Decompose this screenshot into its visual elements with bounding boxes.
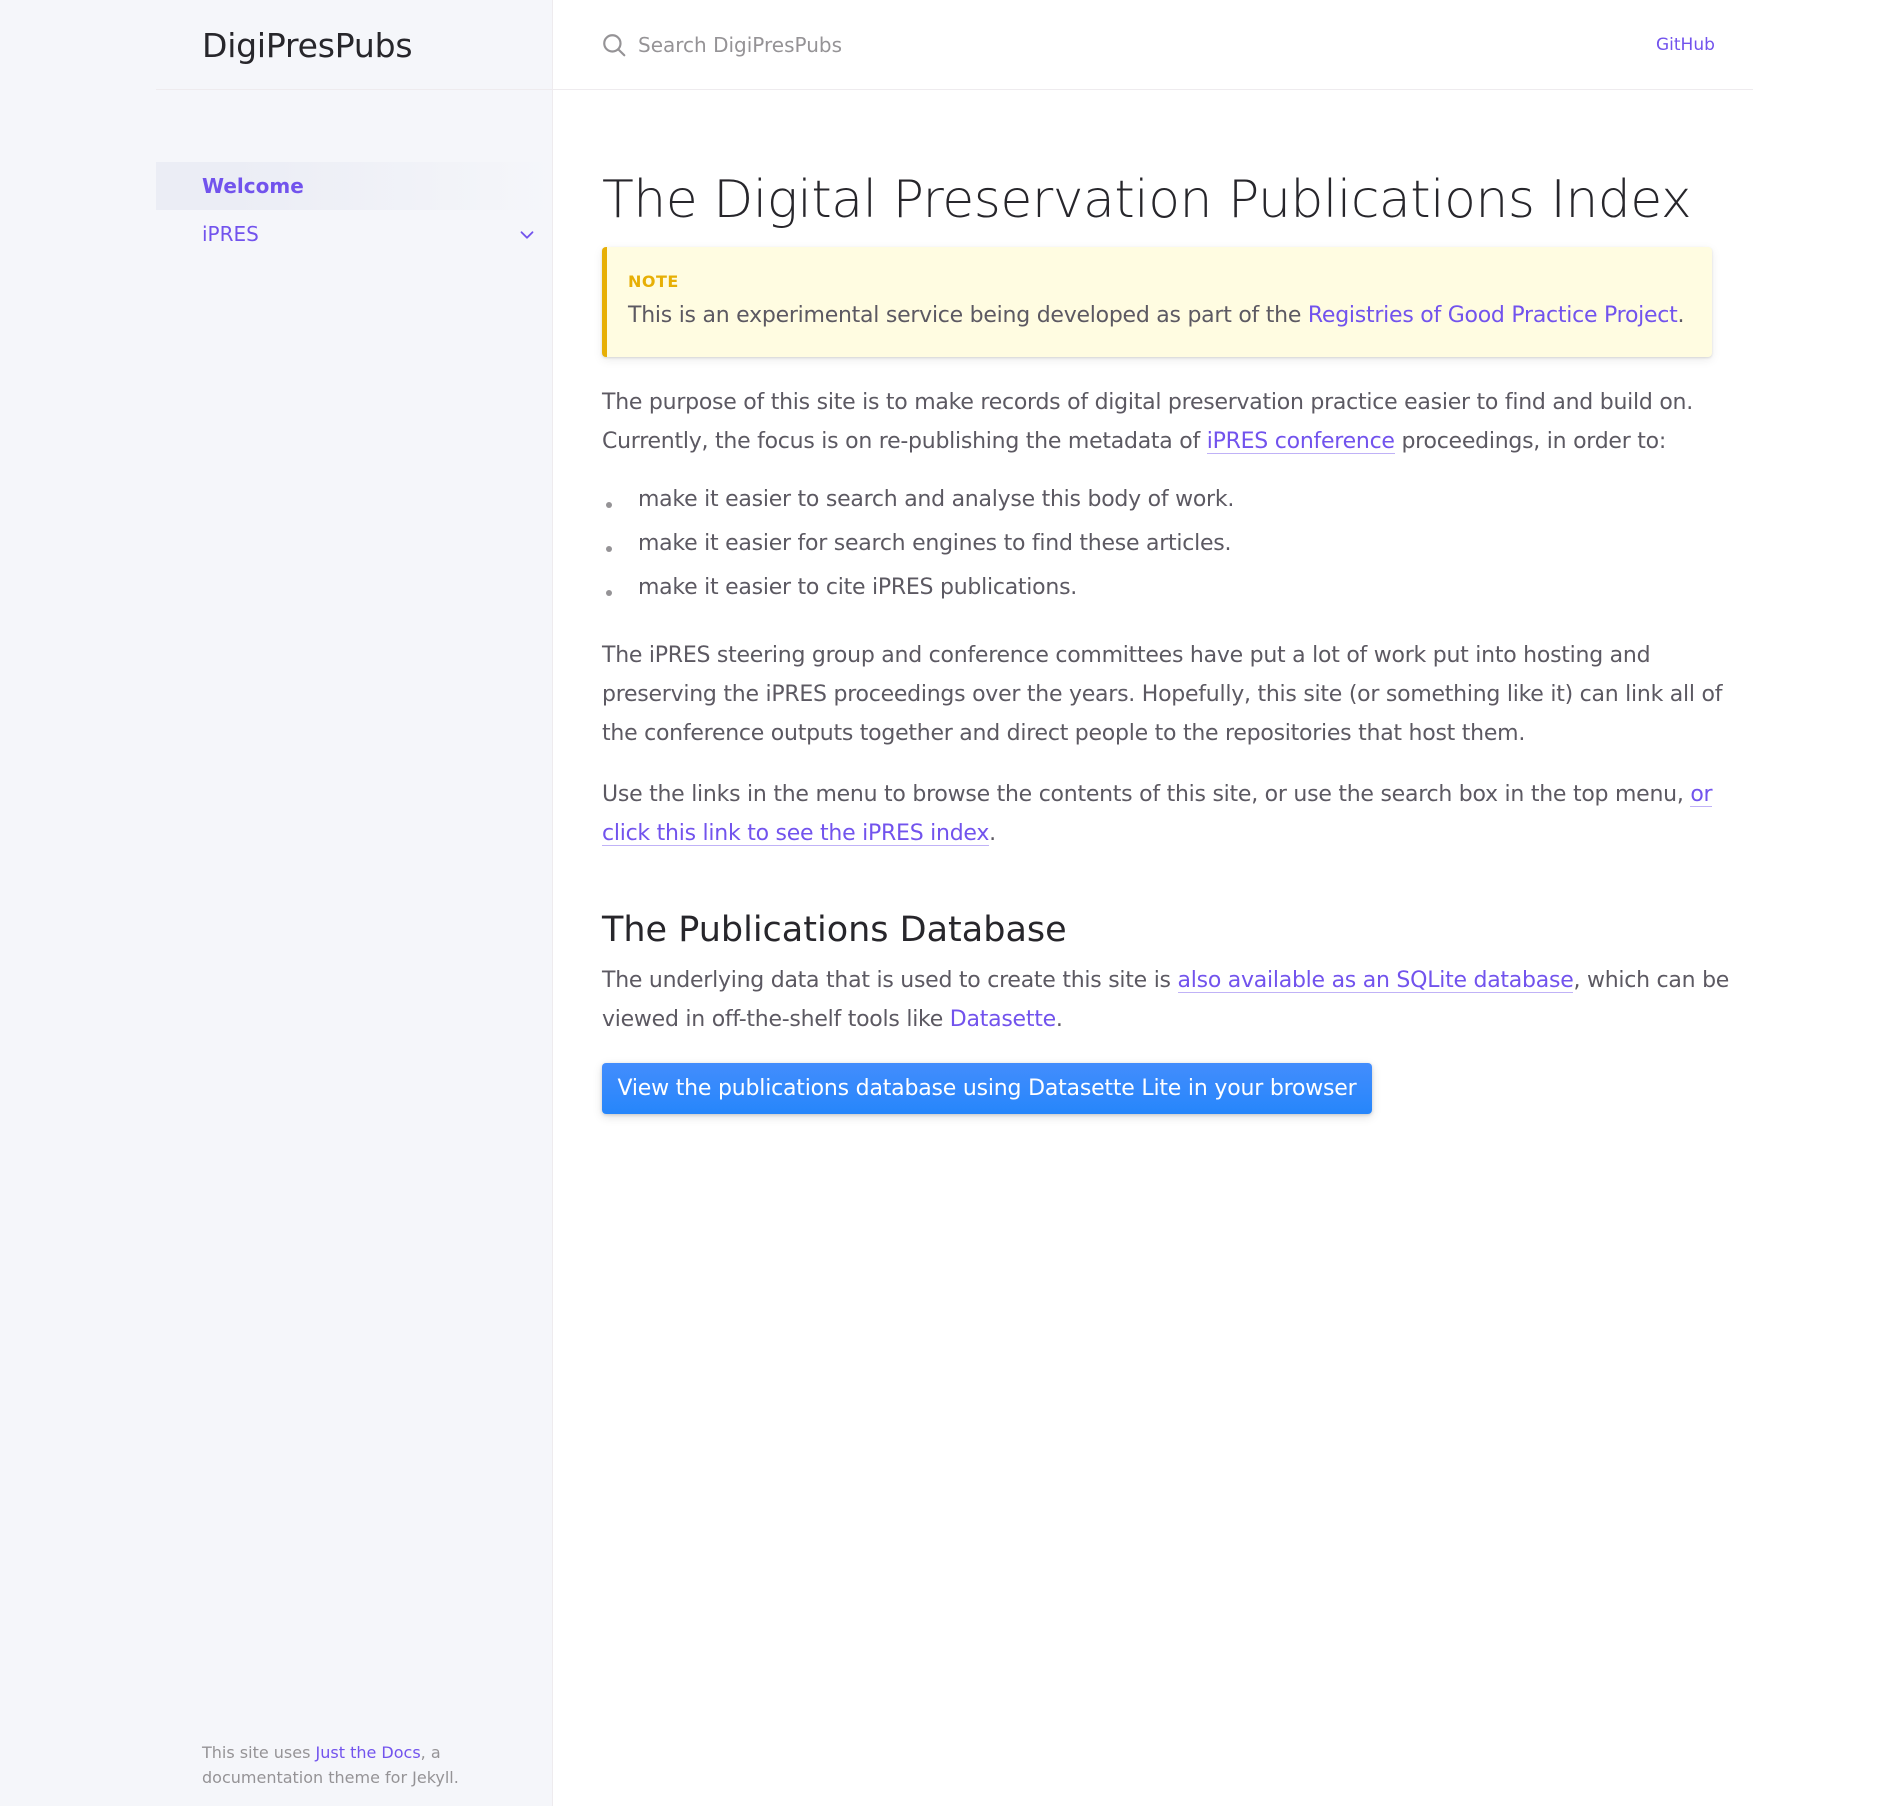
github-link[interactable]: GitHub [1656, 35, 1715, 55]
search-icon [603, 34, 626, 57]
just-the-docs-link[interactable]: Just the Docs [316, 1743, 421, 1762]
list-item: make it easier to search and analyse thi… [638, 487, 1235, 512]
intro-line-1: The purpose of this site is to make reco… [602, 390, 1693, 415]
note-text-suffix: . [1677, 303, 1685, 328]
page-title: The Digital Preservation Publications In… [602, 170, 1692, 230]
steering-line-2: preserving the iPRES proceedings over th… [602, 682, 1723, 707]
note-callout: NOTE This is an experimental service bei… [602, 247, 1712, 357]
ipres-conference-link[interactable]: iPRES conference [1206, 429, 1395, 454]
bullet-dot [606, 546, 612, 552]
db-line-1: The underlying data that is used to crea… [602, 961, 1729, 1000]
bullet-dot [606, 590, 612, 596]
db-paragraph: The underlying data that is used to crea… [602, 961, 1729, 1039]
note-label: NOTE [628, 272, 679, 291]
steering-line-3: the conference outputs together and dire… [602, 721, 1526, 746]
db-line-2-prefix: viewed in off-the-shelf tools like [602, 1007, 950, 1032]
links-line-2-suffix: . [989, 821, 996, 846]
ipres-index-link[interactable]: click this link to see the iPRES index [602, 821, 989, 846]
links-line-1: Use the links in the menu to browse the … [602, 775, 1713, 814]
sidebar-item-ipres[interactable]: iPRES [202, 222, 259, 246]
intro-paragraph: The purpose of this site is to make reco… [602, 383, 1712, 461]
note-text: This is an experimental service being de… [628, 303, 1685, 328]
sidebar-item-welcome[interactable]: Welcome [202, 174, 304, 198]
datasette-lite-button[interactable]: View the publications database using Dat… [602, 1063, 1372, 1114]
bullet-dot [606, 502, 612, 508]
intro-line-2: Currently, the focus is on re-publishing… [602, 422, 1712, 461]
db-line-2: viewed in off-the-shelf tools like Datas… [602, 1000, 1712, 1039]
links-paragraph: Use the links in the menu to browse the … [602, 775, 1713, 853]
search-input[interactable] [638, 30, 1238, 60]
footer-prefix: This site uses [202, 1743, 316, 1762]
note-text-prefix: This is an experimental service being de… [628, 303, 1308, 328]
intro-line-2-suffix: proceedings, in order to: [1394, 429, 1667, 454]
site-title-link[interactable]: DigiPresPubs [202, 26, 413, 65]
db-line-2-suffix: . [1055, 1007, 1063, 1032]
sidebar [0, 0, 553, 1806]
intro-line-2-prefix: Currently, the focus is on re-publishing… [602, 429, 1207, 454]
list-item: make it easier for search engines to fin… [638, 531, 1232, 556]
db-line-1-prefix: The underlying data that is used to crea… [602, 968, 1178, 993]
registries-link[interactable]: Registries of Good Practice Project [1308, 303, 1678, 328]
chevron-down-icon[interactable] [516, 224, 538, 246]
datasette-link[interactable]: Datasette [950, 1007, 1056, 1032]
section-heading: The Publications Database [602, 910, 1067, 950]
links-line-2: click this link to see the iPRES index. [602, 814, 1712, 853]
ipres-index-link-start[interactable]: or [1690, 782, 1713, 807]
sidebar-footer: This site uses Just the Docs, a document… [202, 1740, 502, 1790]
steering-line-1: The iPRES steering group and conference … [602, 643, 1651, 668]
steering-paragraph: The iPRES steering group and conference … [602, 636, 1723, 753]
list-item: make it easier to cite iPRES publication… [638, 575, 1078, 600]
sqlite-database-link[interactable]: also available as an SQLite database [1177, 968, 1574, 993]
db-line-1-suffix: , which can be [1573, 968, 1730, 993]
links-line-1-prefix: Use the links in the menu to browse the … [602, 782, 1691, 807]
